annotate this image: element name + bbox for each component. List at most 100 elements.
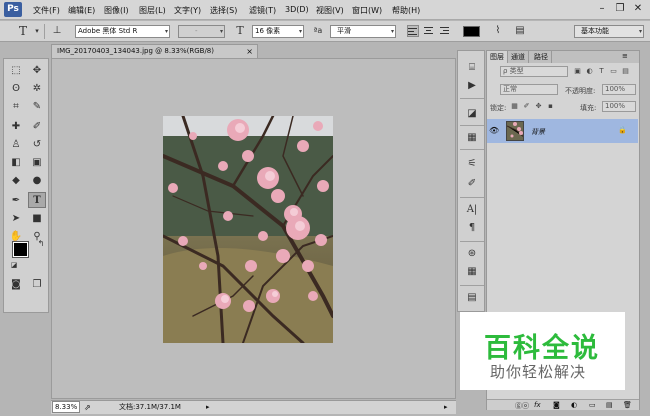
photo-canvas[interactable] xyxy=(163,116,333,343)
toolbox: ⬚ ✥ ʘ ✲ ⌗ ✎ ✚ ✐ ♙ ↺ ◧ ▣ ◆ ● ✒ T ➤ ■ ✋ ⚲ … xyxy=(3,58,49,313)
clone-stamp-tool-icon[interactable]: ♙ xyxy=(7,137,25,153)
eyedropper-tool-icon[interactable]: ✎ xyxy=(28,99,46,115)
document-tab[interactable]: IMG_20170403_134043.jpg @ 8.33%(RGB/8) × xyxy=(51,44,258,58)
align-right-button[interactable] xyxy=(438,25,450,37)
type-tool-preset-icon[interactable]: T xyxy=(16,24,30,38)
adjustment-filter-icon[interactable]: ◐ xyxy=(585,67,594,76)
layer-name[interactable]: 背景 xyxy=(531,127,545,137)
scroll-right-icon[interactable]: ▸ xyxy=(444,401,448,414)
align-center-button[interactable] xyxy=(423,25,435,37)
blend-mode-select[interactable]: 正常 xyxy=(500,84,558,95)
menu-3d[interactable]: 3D(D) xyxy=(285,5,309,14)
magic-wand-tool-icon[interactable]: ✲ xyxy=(28,81,46,97)
brush-tool-icon[interactable]: ✐ xyxy=(28,119,46,135)
link-layers-icon[interactable]: ⓖⓞ xyxy=(515,401,529,411)
actions-panel-icon[interactable]: ▶ xyxy=(464,79,480,93)
navigator-panel-icon[interactable]: ▦ xyxy=(464,265,480,279)
chevron-down-icon: ▾ xyxy=(298,28,302,35)
chevron-down-icon[interactable]: ▾ xyxy=(30,24,44,38)
layer-filter-select[interactable]: ρ 类型 xyxy=(500,66,568,77)
history-brush-tool-icon[interactable]: ↺ xyxy=(28,137,46,153)
eraser-tool-icon[interactable]: ◧ xyxy=(7,155,25,171)
lock-position-icon[interactable]: ✥ xyxy=(534,102,543,111)
menu-window[interactable]: 窗口(W) xyxy=(352,5,382,16)
path-selection-tool-icon[interactable]: ➤ xyxy=(7,211,25,227)
visibility-eye-icon[interactable]: 👁 xyxy=(489,126,499,135)
restore-button[interactable]: ❐ xyxy=(613,3,627,16)
chevron-right-icon[interactable]: ▸ xyxy=(206,401,210,414)
new-layer-icon[interactable]: ▤ xyxy=(606,401,613,409)
watermark-title: 百科全说 xyxy=(484,333,600,364)
opacity-field[interactable]: 100% xyxy=(602,84,636,95)
adjustments-panel-icon[interactable]: ⚟ xyxy=(464,157,480,171)
workspace-value: 基本功能 xyxy=(581,27,609,35)
rectangle-tool-icon[interactable]: ■ xyxy=(28,211,46,227)
minimize-button[interactable]: – xyxy=(595,3,609,16)
character-panel-icon[interactable]: A| xyxy=(464,203,480,217)
menu-help[interactable]: 帮助(H) xyxy=(392,5,420,16)
menu-select[interactable]: 选择(S) xyxy=(210,5,237,16)
pen-tool-icon[interactable]: ✒ xyxy=(7,193,25,209)
menu-layer[interactable]: 图层(L) xyxy=(139,5,166,16)
font-style-select[interactable]: - ▾ xyxy=(178,25,225,38)
menu-edit[interactable]: 编辑(E) xyxy=(68,5,95,16)
lasso-tool-icon[interactable]: ʘ xyxy=(7,81,25,97)
panel-menu-icon[interactable]: ≡ xyxy=(622,52,628,60)
antialias-select[interactable]: 平滑 ▾ xyxy=(330,25,396,38)
font-family-select[interactable]: Adobe 黑体 Std R ▾ xyxy=(75,25,170,38)
blur-tool-icon[interactable]: ◆ xyxy=(7,173,25,189)
styles-panel-icon[interactable]: ⊛ xyxy=(464,247,480,261)
notes-panel-icon[interactable]: ▤ xyxy=(464,291,480,305)
pixel-filter-icon[interactable]: ▣ xyxy=(573,67,582,76)
shape-filter-icon[interactable]: ▭ xyxy=(609,67,618,76)
color-panel-icon[interactable]: ◪ xyxy=(464,107,480,121)
workspace-select[interactable]: 基本功能 ▾ xyxy=(574,25,644,38)
fill-field[interactable]: 100% xyxy=(602,101,636,112)
crop-tool-icon[interactable]: ⌗ xyxy=(7,99,25,115)
tab-paths[interactable]: 路径 xyxy=(531,51,552,63)
default-colors-icon[interactable]: ◪ xyxy=(5,257,23,273)
adjustment-layer-icon[interactable]: ◐ xyxy=(571,401,577,409)
menu-file[interactable]: 文件(F) xyxy=(33,5,60,16)
quick-mask-icon[interactable]: ◙ xyxy=(7,277,25,293)
menu-image[interactable]: 图像(I) xyxy=(104,5,129,16)
add-mask-icon[interactable]: ◙ xyxy=(553,401,560,409)
text-color-swatch[interactable] xyxy=(463,26,480,37)
toggle-orientation-icon[interactable]: ⊥ xyxy=(50,24,64,38)
brush-panel-icon[interactable]: ✐ xyxy=(464,177,480,191)
new-group-icon[interactable]: ▭ xyxy=(589,401,596,409)
tab-layers[interactable]: 图层 xyxy=(487,51,508,63)
type-tool-icon[interactable]: T xyxy=(28,192,46,208)
menu-filter[interactable]: 滤镜(T) xyxy=(249,5,276,16)
close-button[interactable]: ✕ xyxy=(631,3,645,16)
foreground-color-swatch[interactable] xyxy=(12,241,29,258)
align-left-button[interactable] xyxy=(407,25,419,37)
tab-channels[interactable]: 通道 xyxy=(508,51,529,63)
swatches-panel-icon[interactable]: ▦ xyxy=(464,131,480,145)
swap-colors-icon[interactable]: ↰ xyxy=(32,236,50,252)
healing-brush-tool-icon[interactable]: ✚ xyxy=(7,119,25,135)
lock-all-icon[interactable]: ▪ xyxy=(546,102,555,111)
close-icon[interactable]: × xyxy=(246,45,253,58)
fx-icon[interactable]: fx xyxy=(534,401,541,409)
lock-transparent-icon[interactable]: ▦ xyxy=(510,102,519,111)
character-panel-icon[interactable]: ▤ xyxy=(513,24,527,38)
history-panel-icon[interactable]: ⌸ xyxy=(464,61,480,75)
divider xyxy=(44,24,45,39)
lock-image-icon[interactable]: ✐ xyxy=(522,102,531,111)
dodge-tool-icon[interactable]: ● xyxy=(28,173,46,189)
type-filter-icon[interactable]: T xyxy=(597,67,606,76)
trash-icon[interactable]: 🗑 xyxy=(623,401,632,409)
screen-mode-icon[interactable]: ❐ xyxy=(28,277,46,293)
gradient-tool-icon[interactable]: ▣ xyxy=(28,155,46,171)
smart-object-filter-icon[interactable]: ▤ xyxy=(621,67,630,76)
menu-view[interactable]: 视图(V) xyxy=(316,5,344,16)
paragraph-panel-icon[interactable]: ¶ xyxy=(464,221,480,235)
status-menu-icon[interactable]: ⇗ xyxy=(84,401,91,414)
marquee-tool-icon[interactable]: ⬚ xyxy=(7,63,25,79)
move-tool-icon[interactable]: ✥ xyxy=(28,63,46,79)
font-size-select[interactable]: 16 像素 ▾ xyxy=(252,25,304,38)
warp-text-icon[interactable]: ⌇ xyxy=(491,24,505,38)
zoom-field[interactable]: 8.33% xyxy=(52,401,80,413)
menu-type[interactable]: 文字(Y) xyxy=(174,5,201,16)
